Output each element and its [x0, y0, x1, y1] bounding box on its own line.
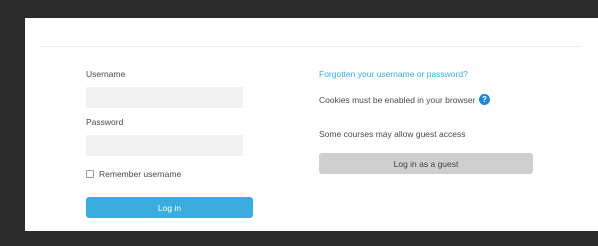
- login-button[interactable]: Log in: [86, 197, 253, 218]
- cookies-notice: Cookies must be enabled in your browser: [319, 95, 476, 105]
- password-label: Password: [86, 117, 124, 127]
- forgot-password-link[interactable]: Forgotten your username or password?: [319, 69, 468, 79]
- username-label: Username: [86, 69, 126, 79]
- divider: [39, 46, 580, 47]
- password-input[interactable]: [86, 135, 243, 156]
- guest-login-button[interactable]: Log in as a guest: [319, 153, 533, 174]
- guest-access-notice: Some courses may allow guest access: [319, 129, 466, 139]
- username-input[interactable]: [86, 87, 243, 108]
- question-circle-icon[interactable]: ?: [479, 94, 490, 105]
- login-panel: Username Password Remember username Log …: [25, 18, 598, 231]
- remember-username-checkbox[interactable]: [86, 170, 94, 178]
- remember-username-label[interactable]: Remember username: [99, 169, 181, 179]
